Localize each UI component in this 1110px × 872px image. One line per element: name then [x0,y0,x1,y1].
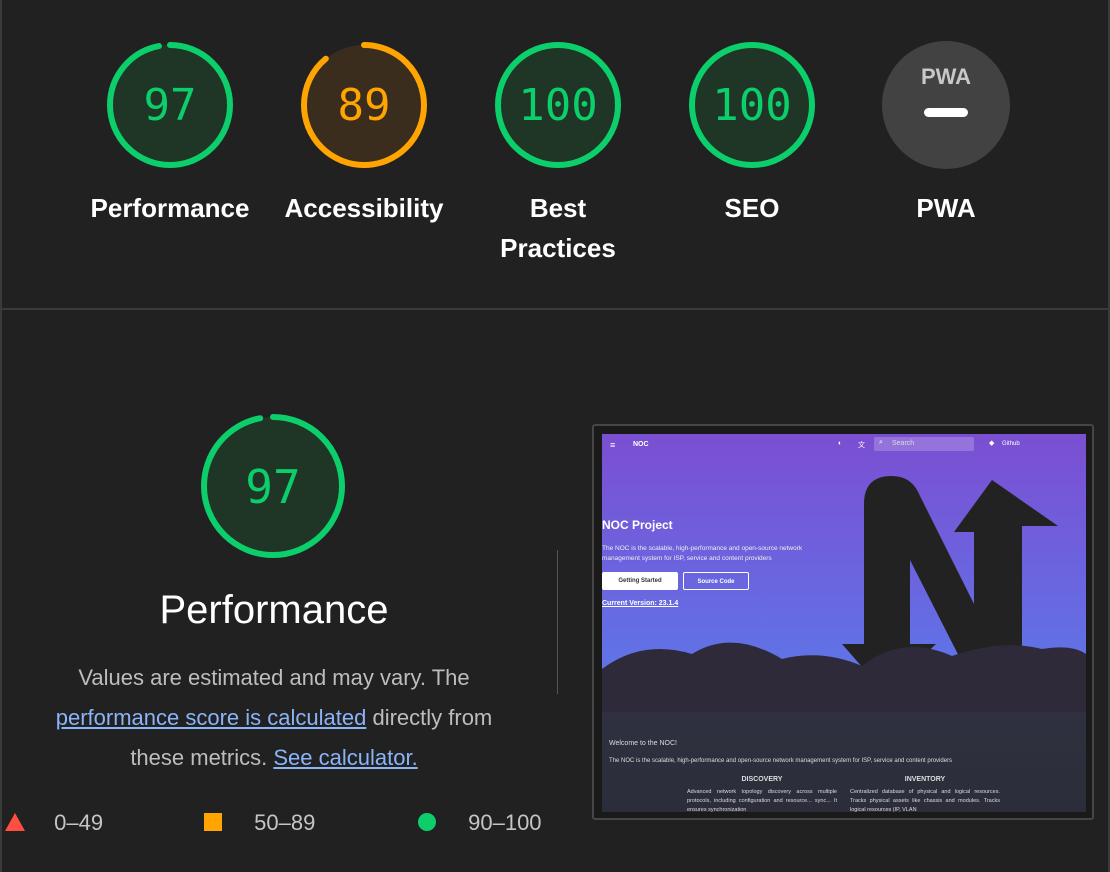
gauge-performance-score: 97 [144,80,197,131]
thumbnail-col1-text: Advanced network topology discovery acro… [687,789,837,812]
page-screenshot-thumbnail[interactable]: ≡ NOC ◐ 文 ⌕ Search ◆ Github NOC Project … [592,424,1094,820]
legend-fail: 0–49 [4,810,103,836]
gauge-seo[interactable]: 100 [687,40,817,170]
pwa-badge-icon: PWA [882,41,1010,169]
thumbnail-hero-title: NOC Project [602,518,673,532]
thumbnail-col2-title: INVENTORY [904,776,946,783]
desc-text-1: Values are estimated and may vary. The [78,665,470,690]
vertical-separator [557,550,558,694]
gauge-seo-label: SEO [724,193,780,223]
thumbnail-getting-started-button: Getting Started [602,572,678,590]
thumbnail-intro: The NOC is the scalable, high-performanc… [609,758,953,764]
gauge-accessibility-score: 89 [338,80,391,131]
performance-description: Values are estimated and may vary. The p… [22,658,526,778]
legend-fail-label: 0–49 [54,810,104,835]
performance-big-score: 97 [245,460,300,514]
green-circle-icon [418,813,436,831]
thumbnail-source-code-button: Source Code [683,572,749,590]
thumbnail-welcome: Welcome to the NOC! [609,740,677,747]
menu-icon: ≡ [610,440,616,450]
gauge-best-practices-ring: 100 [495,42,621,168]
thumbnail-version: Current Version: 23.1.4 [602,600,679,607]
gauge-accessibility-label: Accessibility [284,193,444,223]
thumbnail-lower: Welcome to the NOC! The NOC is the scala… [602,712,1086,812]
thumbnail-hero-text: The NOC is the scalable, high-performanc… [602,544,832,564]
thumbnail-col1-title: DISCOVERY [741,776,783,783]
summary-section: 97 Performance 89 Accessibility 100 Best… [0,0,1110,309]
red-triangle-icon [5,813,25,831]
orange-square-icon [204,813,222,831]
thumbnail-brand: NOC [633,441,649,448]
gauge-best-practices[interactable]: 100 [493,40,623,170]
gauge-pwa[interactable]: PWA [881,40,1011,170]
gauge-performance-ring: 97 [107,42,233,168]
search-icon: ⌕ [879,439,883,446]
legend-pass: 90–100 [416,810,542,836]
see-calculator-link[interactable]: See calculator. [273,745,417,770]
thumbnail-github: Github [1002,441,1020,447]
performance-big-gauge-ring: 97 [201,414,345,558]
legend-average: 50–89 [202,810,315,836]
thumbnail-hero: ≡ NOC ◐ 文 ⌕ Search ◆ Github NOC Project … [602,434,1086,712]
score-calculated-link[interactable]: performance score is calculated [56,705,367,730]
gauge-best-practices-label-line2: Practices [500,233,616,263]
thumbnail-hero-text-2: management system for ISP, service and c… [602,555,772,562]
performance-title: Performance [159,588,389,632]
desc-text-3: these metrics. [130,745,268,770]
gauge-best-practices-score: 100 [518,80,597,131]
theme-icon: ◐ [838,440,843,447]
thumbnail-search: ⌕ Search [874,437,974,451]
gauge-seo-ring: 100 [689,42,815,168]
gauge-best-practices-label: Best Practices [458,188,658,268]
gauge-pwa-label: PWA [916,193,976,223]
thumbnail-navbar: ≡ NOC ◐ 文 ⌕ Search ◆ Github [602,434,1086,456]
desc-text-2: directly from [372,705,493,730]
pwa-badge-text: PWA [921,64,971,89]
legend-average-label: 50–89 [254,810,316,835]
performance-section: 97 Performance Values are estimated and … [0,310,1110,872]
performance-big-gauge: 97 [199,412,347,560]
thumbnail-hero-text-1: The NOC is the scalable, high-performanc… [602,545,803,552]
gauge-best-practices-label-line1: Best [529,193,587,223]
thumbnail-col2-text: Centralized database of physical and log… [850,789,1000,812]
gauge-accessibility[interactable]: 89 [299,40,429,170]
thumbnail-content: ≡ NOC ◐ 文 ⌕ Search ◆ Github NOC Project … [602,434,1086,812]
translate-icon: 文 [858,442,865,449]
gauge-performance-label: Performance [90,193,250,223]
legend-pass-label: 90–100 [468,810,542,835]
git-icon: ◆ [989,440,995,447]
gauge-seo-score: 100 [712,80,791,131]
thumbnail-search-placeholder: Search [892,440,915,447]
gauge-accessibility-ring: 89 [301,42,427,168]
gauge-performance[interactable]: 97 [105,40,235,170]
